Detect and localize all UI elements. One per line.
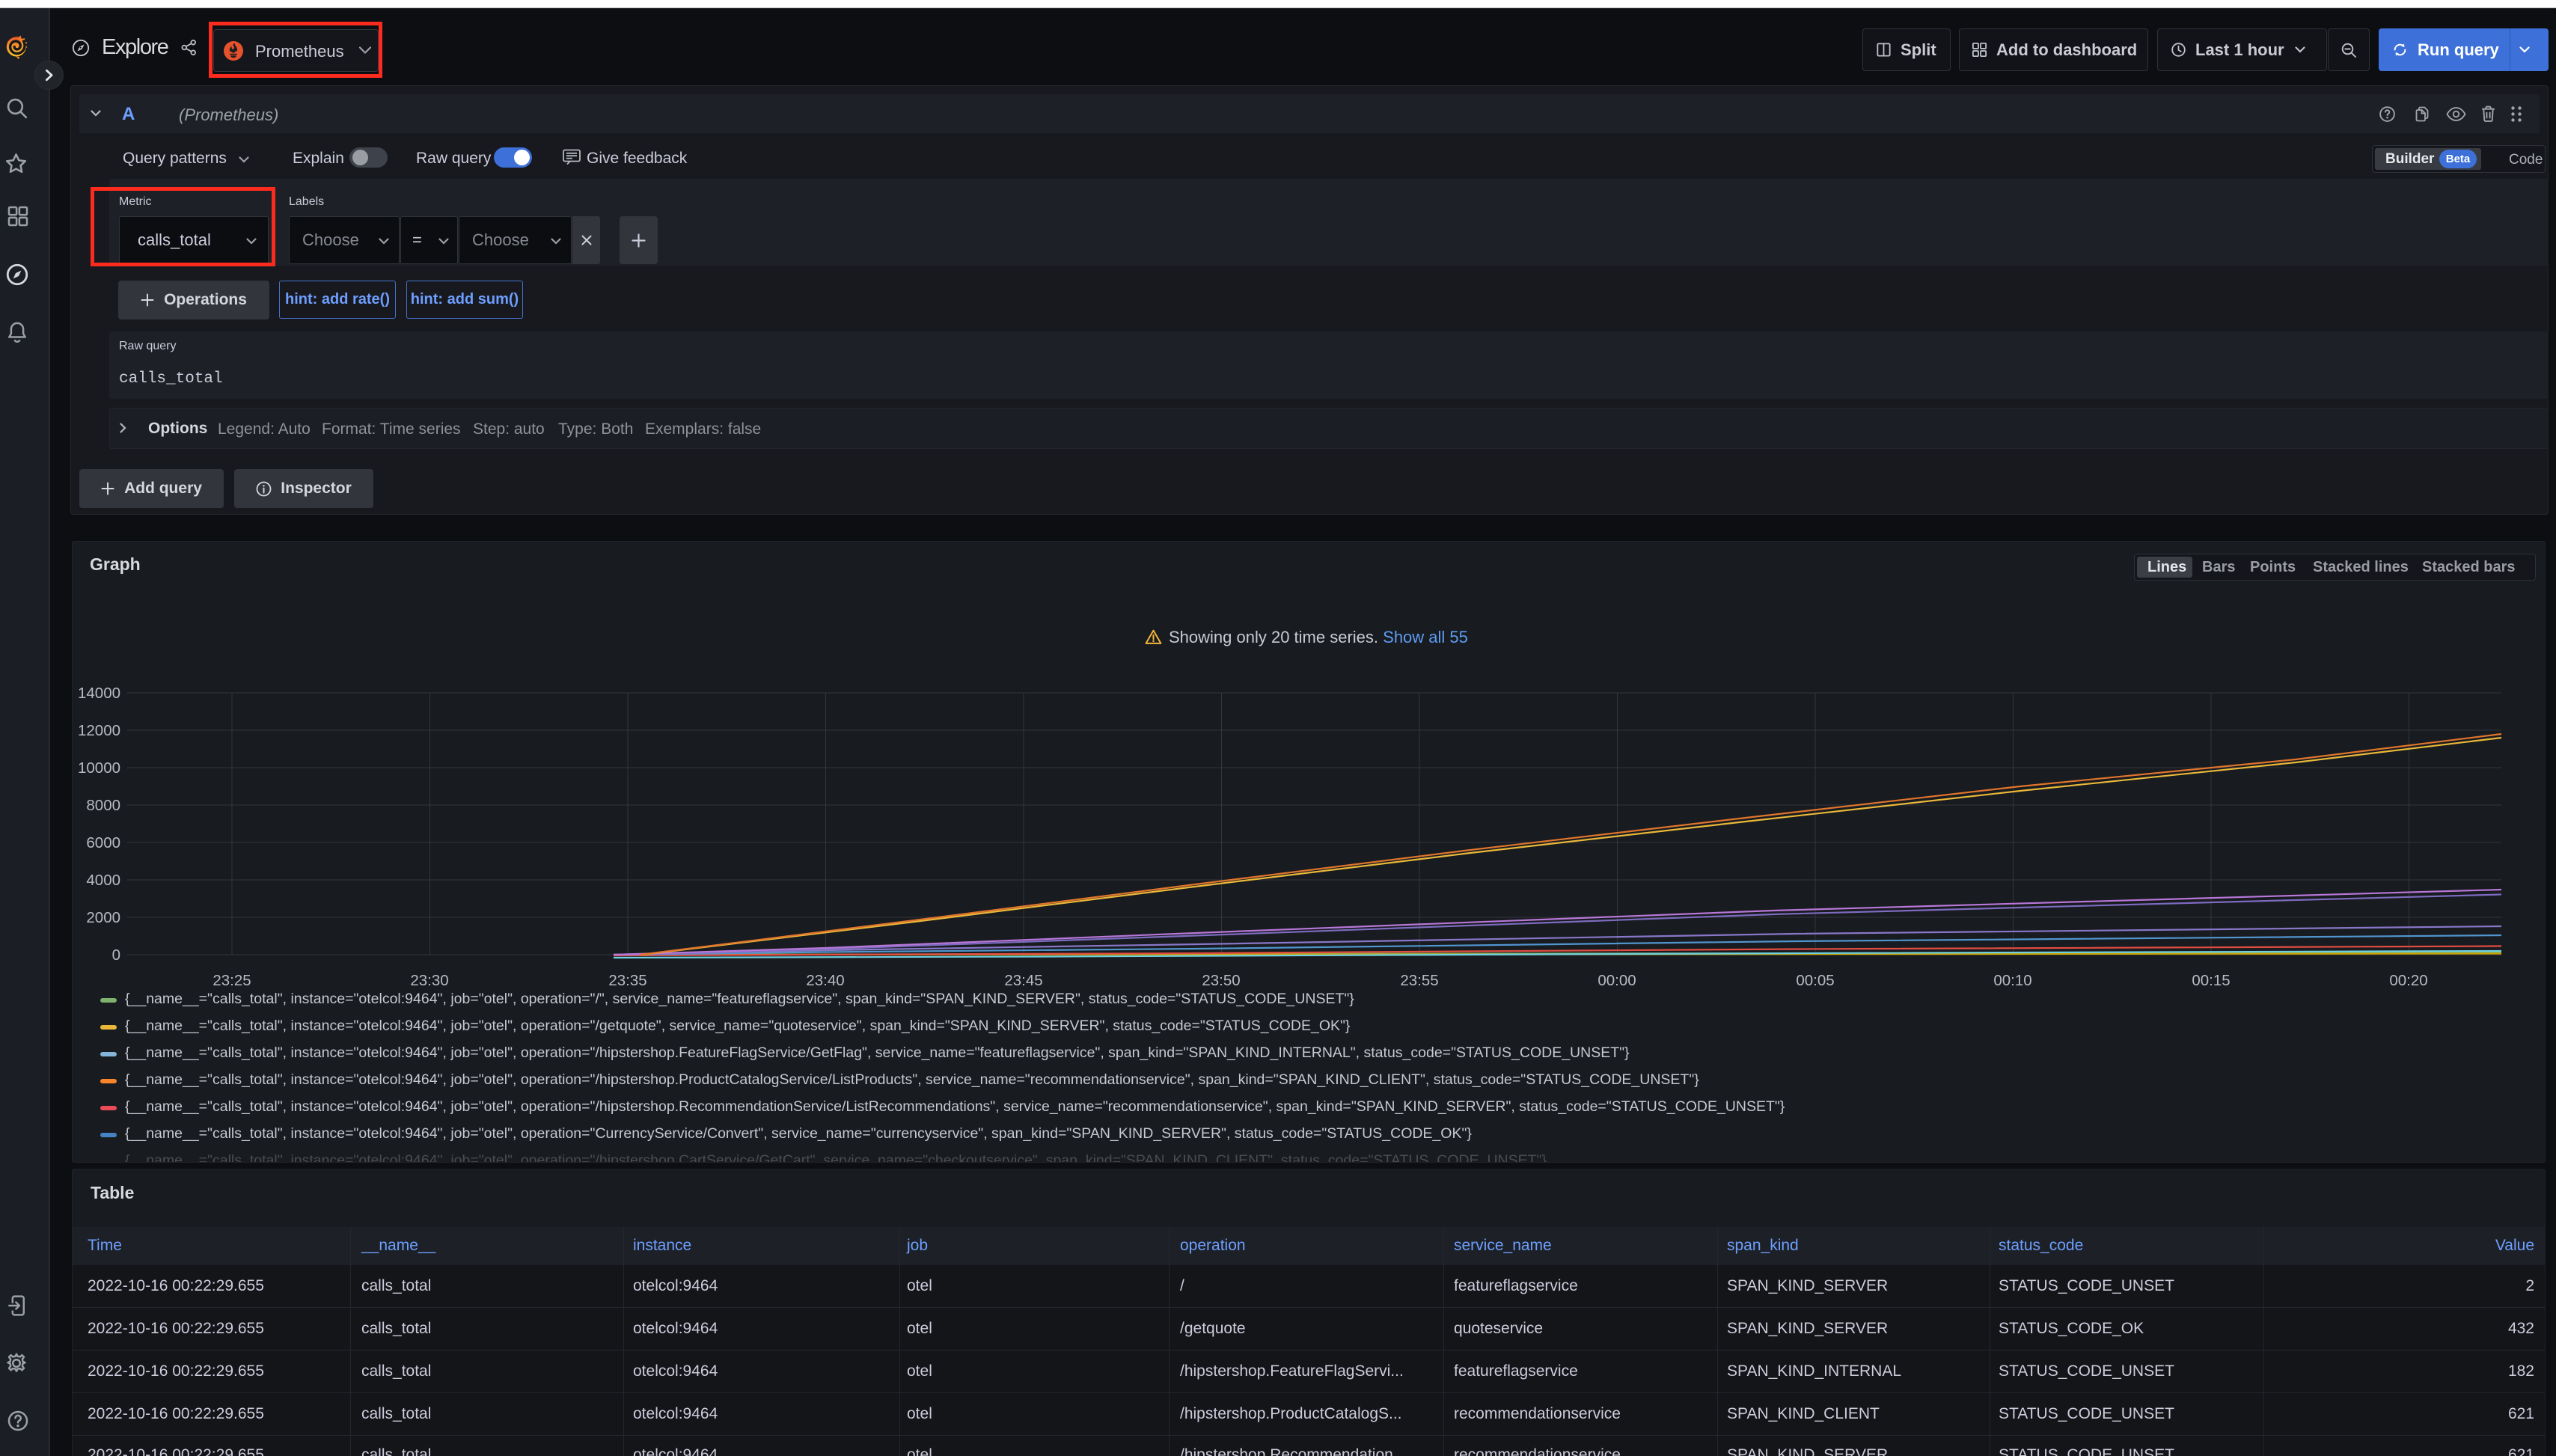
svg-text:23:55: 23:55 (1400, 972, 1438, 989)
svg-text:00:05: 00:05 (1796, 972, 1834, 989)
svg-text:23:25: 23:25 (213, 972, 251, 989)
svg-text:0: 0 (112, 946, 120, 964)
svg-text:00:20: 00:20 (2389, 972, 2427, 989)
svg-text:10000: 10000 (78, 759, 120, 777)
svg-text:6000: 6000 (86, 834, 120, 851)
svg-text:23:45: 23:45 (1004, 972, 1042, 989)
svg-text:4000: 4000 (86, 872, 120, 889)
svg-text:23:40: 23:40 (806, 972, 844, 989)
svg-text:00:15: 00:15 (2192, 972, 2230, 989)
svg-text:23:50: 23:50 (1202, 972, 1240, 989)
svg-text:23:30: 23:30 (410, 972, 448, 989)
svg-text:12000: 12000 (78, 722, 120, 739)
svg-text:8000: 8000 (86, 797, 120, 814)
svg-text:23:35: 23:35 (608, 972, 646, 989)
svg-text:00:00: 00:00 (1598, 972, 1636, 989)
svg-text:14000: 14000 (78, 685, 120, 702)
svg-text:00:10: 00:10 (1993, 972, 2031, 989)
svg-text:2000: 2000 (86, 909, 120, 926)
